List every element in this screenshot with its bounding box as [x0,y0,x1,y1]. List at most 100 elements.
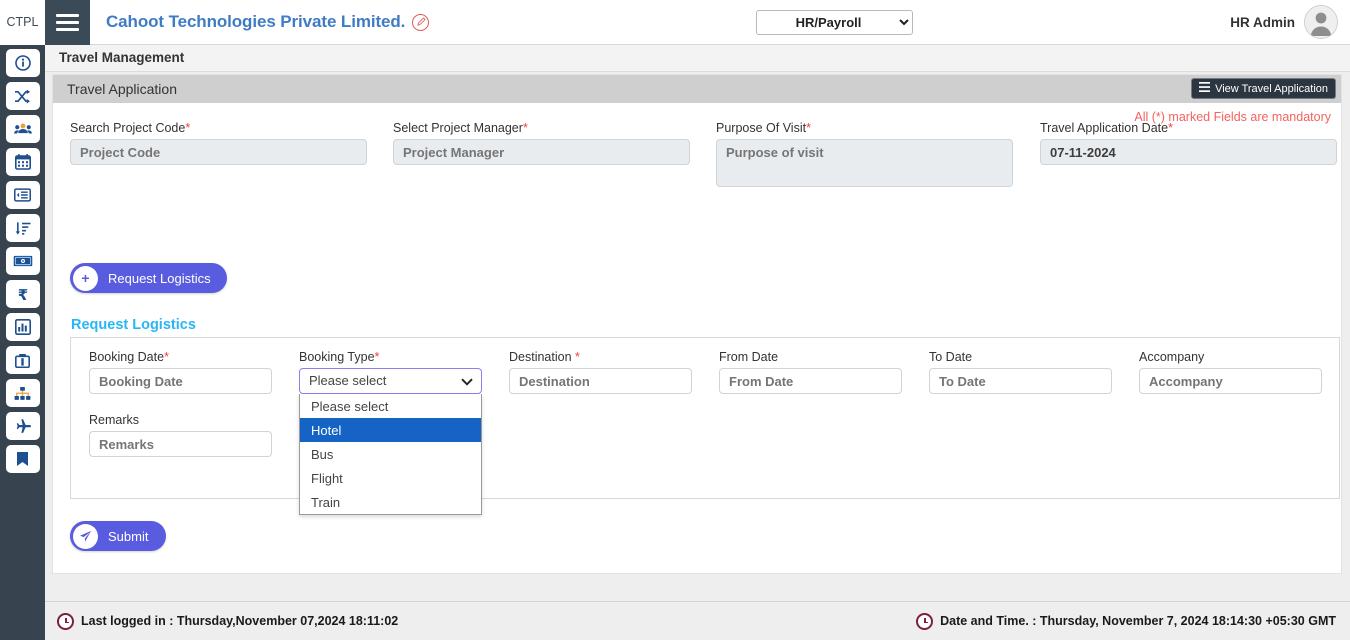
bookmark-icon [16,451,29,467]
booking-date-label-text: Booking Date [89,350,165,364]
project-code-label: Search Project Code* [70,121,367,135]
field-project-manager: Select Project Manager* [393,121,690,165]
logistics-panel: Booking Date* Booking Type* Please selec… [70,337,1340,515]
booking-date-label: Booking Date* [89,350,272,364]
card-header: Travel Application View Travel Applicati… [53,75,1341,103]
to-date-label: To Date [929,350,973,364]
sidebar-item-shuffle[interactable] [5,82,40,110]
logistics-section-title: Request Logistics [71,317,196,333]
sidebar-item-briefcase[interactable] [5,346,40,374]
dropdown-option[interactable]: Bus [300,442,481,466]
dropdown-option[interactable]: Flight [300,466,481,490]
dropdown-option[interactable]: Hotel [300,418,481,442]
avatar[interactable] [1304,5,1338,39]
money-bill-icon [13,255,33,267]
user-area[interactable]: HR Admin [1230,5,1338,39]
list-indent-icon [14,188,31,202]
sidebar-item-rupee[interactable]: ₹ [5,280,40,308]
sidebar-item-reports[interactable] [5,313,40,341]
edit-icon[interactable] [412,13,430,31]
clock-icon [916,612,934,630]
hamburger-line [56,27,79,31]
users-icon [13,122,32,136]
booking-type-dropdown[interactable]: Please select Hotel Bus Flight Train [299,394,482,515]
project-code-label-text: Search Project Code [70,121,186,135]
footer: Last logged in : Thursday,November 07,20… [45,601,1350,640]
request-logistics-button[interactable]: + Request Logistics [70,263,227,293]
dropdown-option[interactable]: Please select [300,394,481,418]
project-manager-label: Select Project Manager* [393,121,690,135]
last-logged-in: Last logged in : Thursday,November 07,20… [57,612,399,630]
purpose-textarea[interactable] [716,139,1013,187]
project-manager-input[interactable] [393,139,690,165]
project-manager-label-text: Select Project Manager [393,121,523,135]
from-date-label: From Date [719,350,779,364]
field-booking-type: Booking Type* Please select Please selec… [299,350,482,515]
booking-date-input[interactable] [89,368,272,394]
sidebar-item-sitemap[interactable] [5,379,40,407]
date-time-text: Date and Time. : Thursday, November 7, 2… [940,614,1336,628]
date-time: Date and Time. : Thursday, November 7, 2… [916,612,1336,630]
booking-type-label: Booking Type* [299,350,482,364]
accompany-label: Accompany [1139,350,1205,364]
booking-type-selected-value: Please select [309,373,387,388]
last-logged-in-text: Last logged in : Thursday,November 07,20… [81,614,399,628]
remarks-label: Remarks [89,413,140,427]
top-bar: CTPL Cahoot Technologies Private Limited… [0,0,1350,45]
sidebar-item-list[interactable] [5,181,40,209]
sidebar: ₹ [0,45,45,640]
accompany-input[interactable] [1139,368,1322,394]
card-title: Travel Application [67,81,177,97]
required-marker: * [575,350,580,364]
field-application-date: Travel Application Date* [1040,121,1337,165]
field-from-date: From Date [719,350,902,394]
hamburger-line [56,20,79,24]
info-circle-icon [14,55,31,71]
shuffle-icon [14,89,31,104]
sidebar-item-travel[interactable] [5,412,40,440]
to-date-input[interactable] [929,368,1112,394]
company-name: Cahoot Technologies Private Limited. [106,12,430,32]
from-date-input[interactable] [719,368,902,394]
hamburger-line [56,13,79,17]
rupee-icon: ₹ [16,286,30,302]
brand-tag: CTPL [0,0,45,45]
menu-toggle-icon[interactable] [45,0,90,45]
remarks-input[interactable] [89,431,272,457]
destination-input[interactable] [509,368,692,394]
booking-type-select[interactable]: Please select [299,368,482,394]
field-project-code: Search Project Code* [70,121,367,165]
required-marker: * [374,350,380,364]
field-destination: Destination * [509,350,692,394]
purpose-label: Purpose Of Visit* [716,121,1013,135]
field-purpose-of-visit: Purpose Of Visit* [716,121,1013,192]
plus-icon: + [73,265,98,291]
required-marker: * [185,121,191,135]
view-travel-application-button[interactable]: View Travel Application [1191,78,1336,99]
application-date-label-text: Travel Application Date [1040,121,1169,135]
sidebar-item-calendar[interactable] [5,148,40,176]
required-marker: * [1168,121,1173,135]
field-remarks: Remarks [89,413,272,457]
list-icon [1199,82,1211,95]
svg-text:₹: ₹ [17,286,27,302]
submit-label: Submit [108,528,149,544]
module-select[interactable]: HR/Payroll [756,10,913,35]
booking-type-label-text: Booking Type [299,350,375,364]
field-booking-date: Booking Date* [89,350,272,394]
required-marker: * [806,121,811,135]
submit-button[interactable]: Submit [70,521,167,551]
application-date-input[interactable] [1040,139,1337,165]
page-title: Travel Management [45,45,1350,72]
chart-bar-icon [14,319,31,335]
sidebar-item-bookmark[interactable] [5,445,40,473]
sidebar-item-users[interactable] [5,115,40,143]
sidebar-item-sort[interactable] [5,214,40,242]
dropdown-option[interactable]: Train [300,490,481,514]
plane-icon [14,418,32,434]
field-to-date: To Date [929,350,1112,394]
sidebar-item-payroll[interactable] [5,247,40,275]
company-name-label: Cahoot Technologies Private Limited. [106,12,406,31]
project-code-input[interactable] [70,139,367,165]
sidebar-item-info[interactable] [5,49,40,77]
